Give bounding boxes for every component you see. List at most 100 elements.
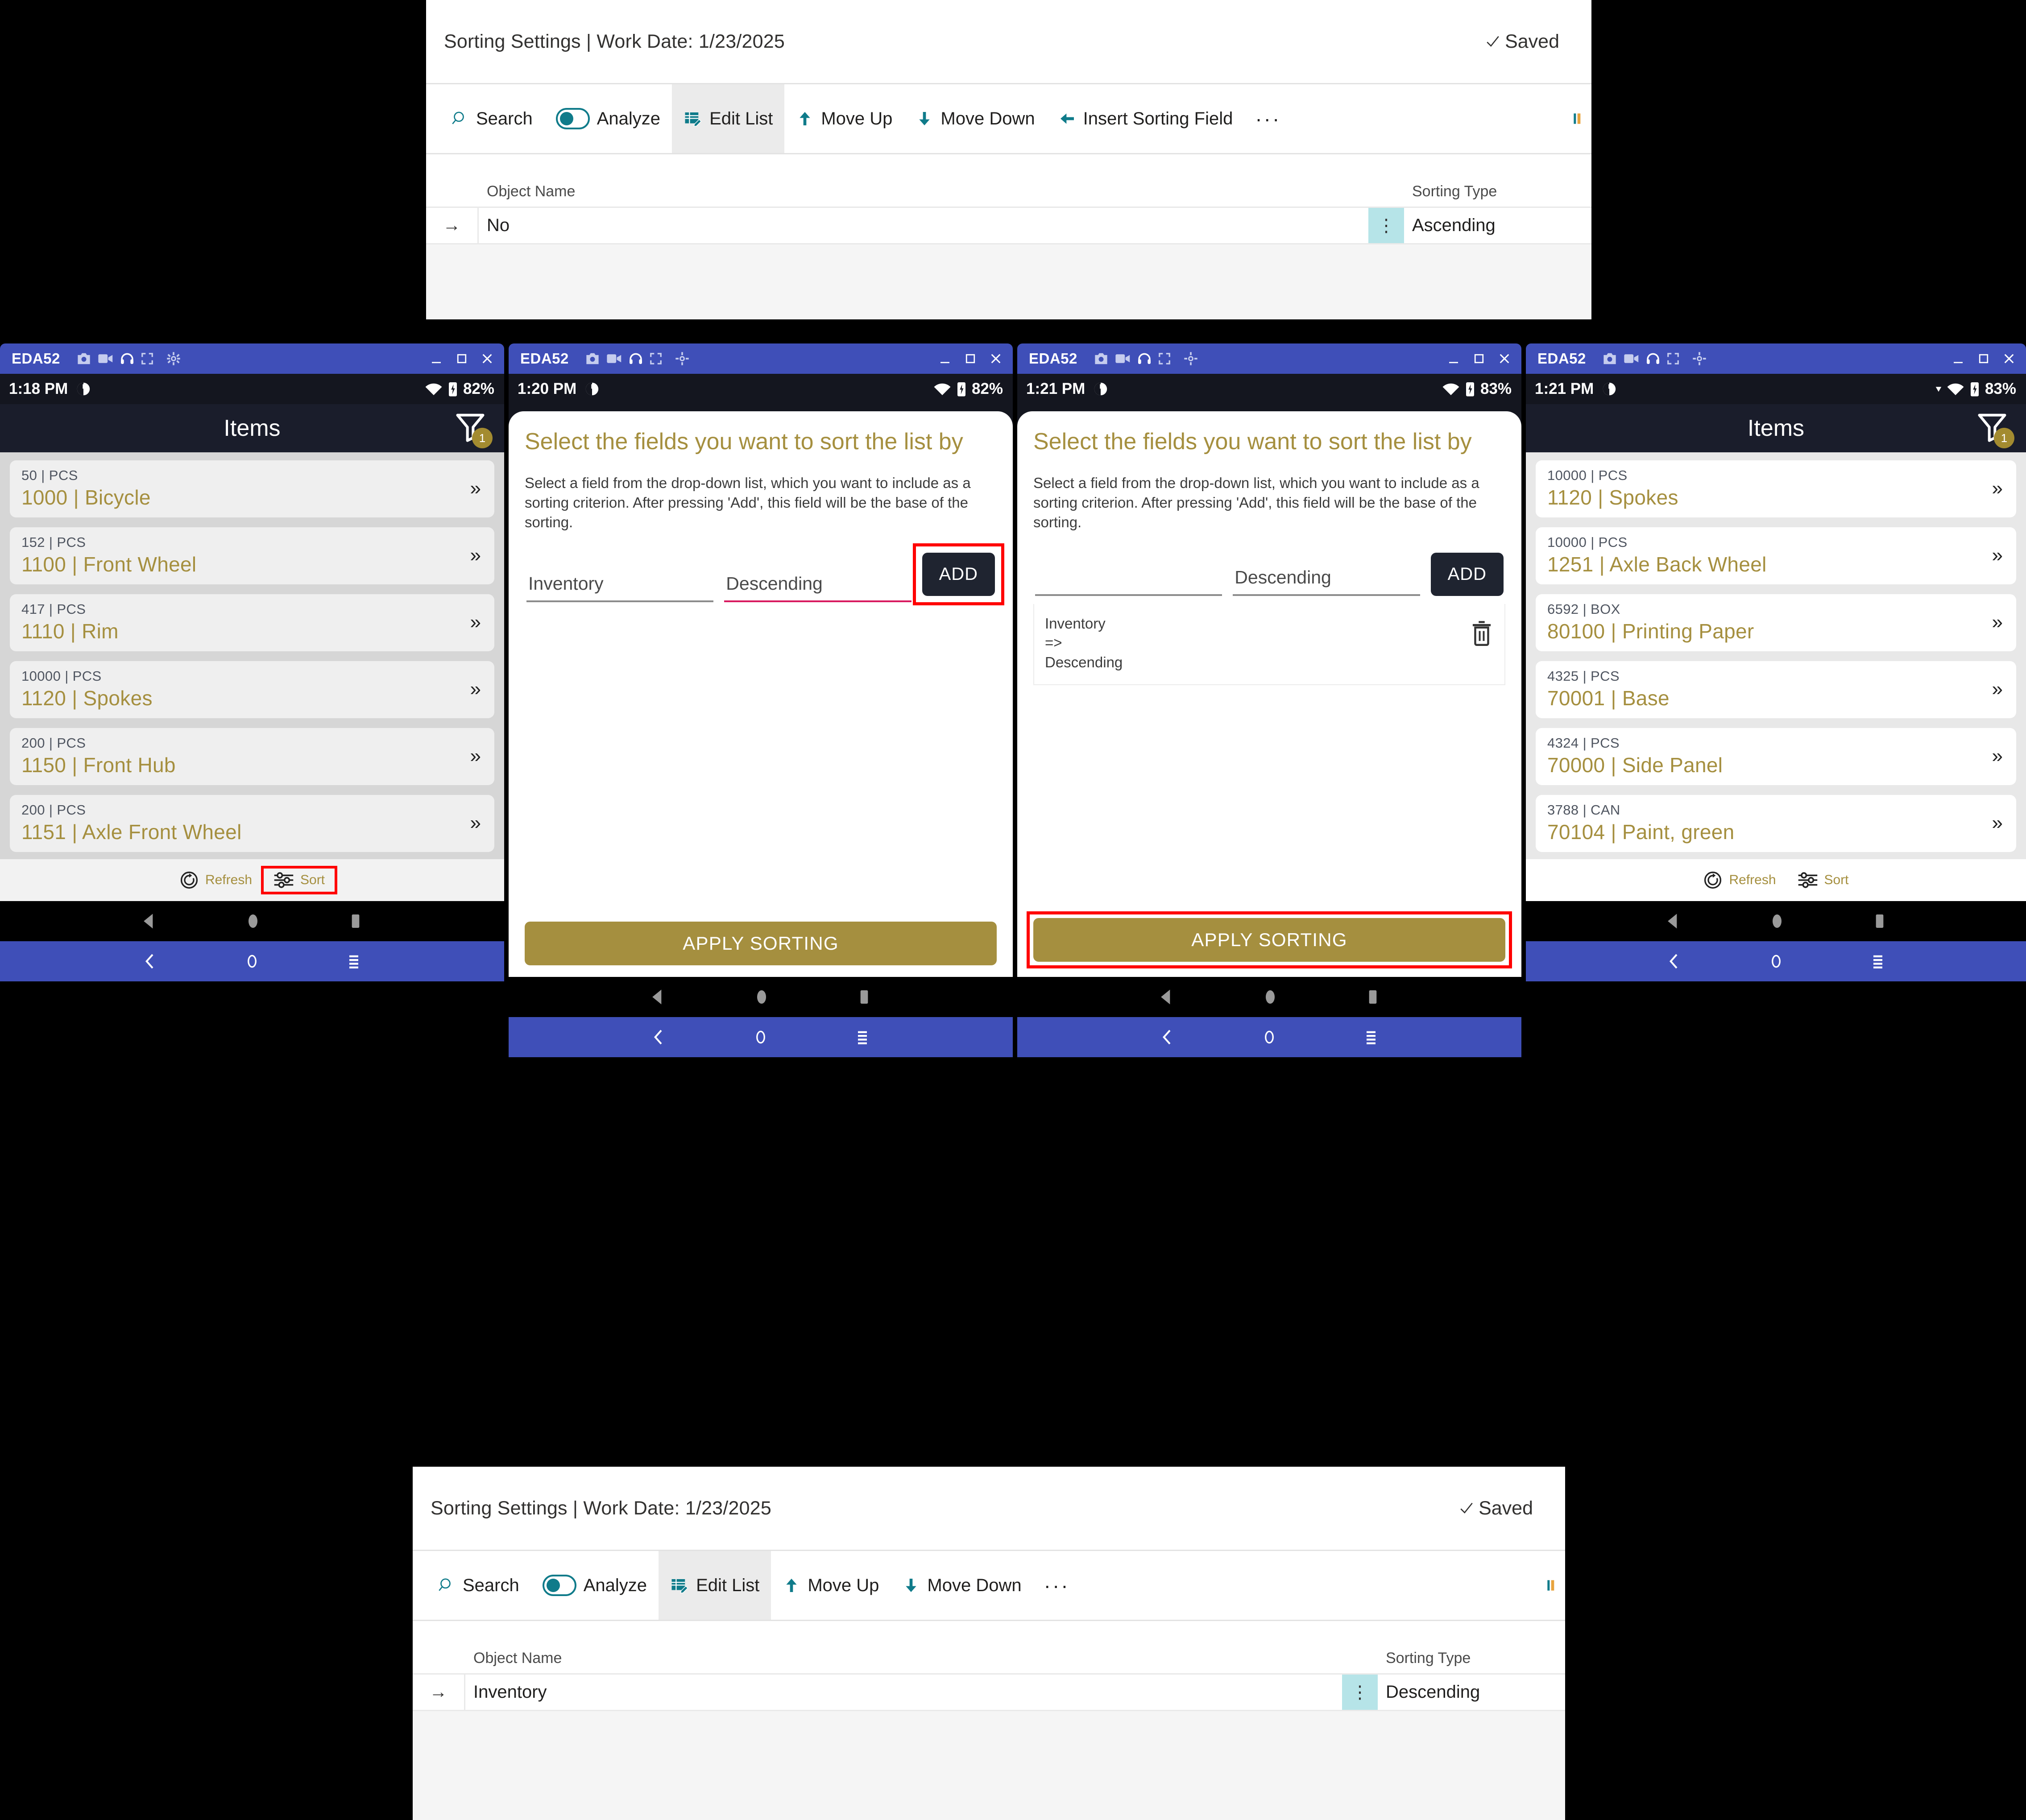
phone3-direction-select[interactable]: Descending <box>1233 564 1420 596</box>
chevron-right-icon[interactable]: » <box>1985 477 2003 500</box>
headphones-icon[interactable] <box>629 352 643 365</box>
video-camera-icon[interactable] <box>1115 352 1131 365</box>
list-item[interactable]: 10000 | PCS 1120 | Spokes » <box>10 661 494 718</box>
chevron-right-icon[interactable]: » <box>1985 611 2003 633</box>
nav-home-icon[interactable] <box>244 911 262 931</box>
camera-icon[interactable] <box>1602 352 1617 365</box>
phone2-field-select[interactable]: Inventory <box>526 571 714 602</box>
bc-bottom-move-up-button[interactable]: Move Up <box>771 1551 891 1620</box>
chevron-right-icon[interactable]: » <box>463 745 481 767</box>
list-item[interactable]: 417 | PCS 1110 | Rim » <box>10 594 494 651</box>
nav-back-icon[interactable] <box>140 911 159 931</box>
phone1-refresh-button[interactable]: Refresh <box>169 867 263 893</box>
list-item[interactable]: 50 | PCS 1000 | Bicycle » <box>10 460 494 517</box>
bc-top-row-menu-icon[interactable]: ⋮ <box>1368 208 1404 243</box>
nav-recents-icon[interactable] <box>347 911 365 931</box>
phone3-delete-criterion-button[interactable] <box>1470 614 1494 648</box>
fullscreen-icon[interactable] <box>141 352 154 365</box>
close-icon[interactable] <box>2002 352 2016 366</box>
fullscreen-icon[interactable] <box>649 352 663 365</box>
maximize-icon[interactable] <box>455 352 468 365</box>
nav-back-icon[interactable] <box>1157 987 1177 1007</box>
nav-recents-icon[interactable] <box>855 987 873 1007</box>
phone1-item-list[interactable]: 50 | PCS 1000 | Bicycle » 152 | PCS 1100… <box>0 452 504 859</box>
nav-back-icon[interactable] <box>648 987 668 1007</box>
list-item[interactable]: 200 | PCS 1150 | Front Hub » <box>10 728 494 785</box>
minimize-icon[interactable] <box>1446 352 1461 365</box>
emulator-home-icon[interactable] <box>1768 951 1784 971</box>
nav-home-icon[interactable] <box>1768 911 1786 931</box>
video-camera-icon[interactable] <box>98 352 114 365</box>
headphones-icon[interactable] <box>1646 352 1660 365</box>
bc-bottom-cell-sorting-type[interactable]: Descending <box>1378 1675 1565 1710</box>
bc-top-overflow-button[interactable]: ··· <box>1244 84 1292 153</box>
emulator-home-icon[interactable] <box>1261 1027 1277 1047</box>
gear-icon[interactable] <box>166 352 181 366</box>
phone2-apply-sorting-button[interactable]: APPLY SORTING <box>525 922 997 965</box>
close-icon[interactable] <box>480 352 494 366</box>
chevron-right-icon[interactable]: » <box>463 611 481 633</box>
nav-home-icon[interactable] <box>753 987 771 1007</box>
emulator-menu-icon[interactable] <box>345 951 363 971</box>
bc-bottom-edit-list-button[interactable]: Edit List <box>659 1551 771 1620</box>
camera-icon[interactable] <box>1094 352 1109 365</box>
bc-bottom-cell-object-name[interactable]: Inventory <box>465 1675 1342 1710</box>
list-item[interactable]: 3788 | CAN 70104 | Paint, green » <box>1536 795 2016 852</box>
gear-icon[interactable] <box>1692 352 1707 366</box>
bc-top-search-button[interactable]: Search <box>439 84 544 153</box>
phone1-filter-button[interactable]: 1 <box>453 410 493 448</box>
emulator-back-icon[interactable] <box>650 1027 668 1047</box>
fullscreen-icon[interactable] <box>1158 352 1171 365</box>
headphones-icon[interactable] <box>1137 352 1152 365</box>
bc-bottom-move-down-button[interactable]: Move Down <box>891 1551 1033 1620</box>
camera-icon[interactable] <box>585 352 600 365</box>
close-icon[interactable] <box>989 352 1003 366</box>
bc-top-move-down-button[interactable]: Move Down <box>904 84 1046 153</box>
list-item[interactable]: 200 | PCS 1151 | Axle Front Wheel » <box>10 795 494 852</box>
bc-bottom-table-row[interactable]: → Inventory ⋮ Descending <box>413 1675 1565 1711</box>
emulator-home-icon[interactable] <box>244 951 260 971</box>
emulator-back-icon[interactable] <box>141 951 159 971</box>
chevron-right-icon[interactable]: » <box>463 477 481 500</box>
phone1-sort-button[interactable]: Sort <box>261 866 338 894</box>
emulator-home-icon[interactable] <box>753 1027 769 1047</box>
bc-top-insert-sorting-field-button[interactable]: Insert Sorting Field <box>1047 84 1245 153</box>
list-item[interactable]: 10000 | PCS 1251 | Axle Back Wheel » <box>1536 527 2016 584</box>
list-item[interactable]: 4325 | PCS 70001 | Base » <box>1536 661 2016 718</box>
chevron-right-icon[interactable]: » <box>1985 812 2003 834</box>
phone4-refresh-button[interactable]: Refresh <box>1692 867 1786 893</box>
chevron-right-icon[interactable]: » <box>1985 544 2003 567</box>
gear-icon[interactable] <box>1184 352 1198 366</box>
chevron-right-icon[interactable]: » <box>463 544 481 567</box>
bc-top-table-row[interactable]: → No ⋮ Ascending <box>426 208 1591 244</box>
chevron-right-icon[interactable]: » <box>1985 678 2003 700</box>
minimize-icon[interactable] <box>1951 352 1965 365</box>
bc-bottom-overflow-button[interactable]: ··· <box>1033 1551 1081 1620</box>
analyze-toggle-switch[interactable] <box>542 1575 576 1596</box>
close-icon[interactable] <box>1497 352 1512 366</box>
chevron-right-icon[interactable]: » <box>463 678 481 700</box>
phone4-sort-button[interactable]: Sort <box>1787 868 1860 893</box>
phone2-add-button[interactable]: ADD <box>922 552 995 596</box>
fullscreen-icon[interactable] <box>1666 352 1680 365</box>
video-camera-icon[interactable] <box>606 352 622 365</box>
list-item[interactable]: 10000 | PCS 1120 | Spokes » <box>1536 460 2016 517</box>
emulator-menu-icon[interactable] <box>853 1027 871 1047</box>
minimize-icon[interactable] <box>938 352 952 365</box>
chevron-right-icon[interactable]: » <box>1985 745 2003 767</box>
maximize-icon[interactable] <box>1472 352 1486 365</box>
list-item[interactable]: 152 | PCS 1100 | Front Wheel » <box>10 527 494 584</box>
phone3-add-button[interactable]: ADD <box>1430 552 1504 596</box>
phone2-direction-select[interactable]: Descending <box>724 571 911 602</box>
emulator-menu-icon[interactable] <box>1362 1027 1380 1047</box>
phone4-filter-button[interactable]: 1 <box>1975 410 2014 448</box>
analyze-toggle-switch[interactable] <box>555 108 590 129</box>
bc-top-analyze-toggle[interactable]: Analyze <box>544 84 672 153</box>
maximize-icon[interactable] <box>964 352 977 365</box>
list-item[interactable]: 6592 | BOX 80100 | Printing Paper » <box>1536 594 2016 651</box>
gear-icon[interactable] <box>675 352 689 366</box>
camera-icon[interactable] <box>76 352 91 365</box>
bc-top-move-up-button[interactable]: Move Up <box>784 84 904 153</box>
nav-recents-icon[interactable] <box>1364 987 1382 1007</box>
emulator-back-icon[interactable] <box>1666 951 1683 971</box>
